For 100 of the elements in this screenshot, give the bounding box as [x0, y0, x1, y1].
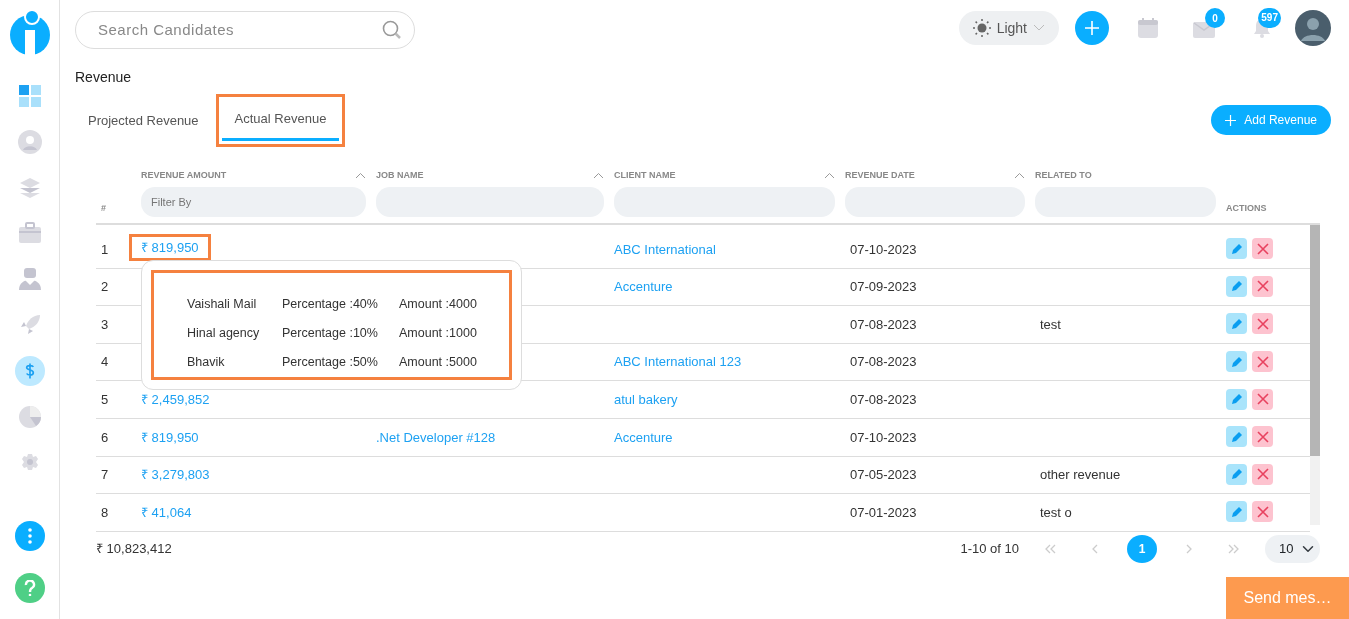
job-name-link[interactable]: .Net Developer #128 — [376, 429, 496, 445]
revenue-date: 07-08-2023 — [849, 353, 918, 372]
row-number: 5 — [100, 390, 110, 409]
theme-dropdown[interactable]: Light — [958, 11, 1059, 45]
client-name-link[interactable]: ABC International 123 — [614, 354, 742, 370]
column-header: REVENUE AMOUNT — [141, 168, 227, 182]
pencil-icon — [1230, 280, 1243, 293]
column-header: ACTIONS — [1226, 201, 1268, 215]
revenue-date: 07-05-2023 — [849, 466, 918, 485]
message-count-badge: 0 — [1205, 8, 1225, 29]
close-icon — [1256, 318, 1269, 330]
more-options-button[interactable] — [14, 521, 45, 552]
pencil-icon — [1230, 430, 1243, 443]
revenue-date: 07-08-2023 — [849, 390, 918, 409]
send-message-button[interactable]: Send mes… — [1226, 577, 1349, 619]
revenue-amount-link[interactable]: ₹ 819,950 — [141, 429, 199, 445]
chevron-down-icon — [1033, 24, 1045, 32]
edit-button[interactable] — [1226, 426, 1247, 448]
pencil-icon — [1230, 242, 1243, 255]
column-header: # — [101, 201, 107, 215]
pagination-range: 1-10 of 10 — [960, 540, 1019, 559]
page-button[interactable]: 1 — [1127, 535, 1157, 563]
client-name-link[interactable]: Accenture — [614, 279, 673, 295]
edit-button[interactable] — [1226, 238, 1247, 260]
avatar[interactable] — [1295, 10, 1331, 46]
column-header: CLIENT NAME — [614, 168, 676, 182]
pencil-icon — [1230, 505, 1243, 518]
amount-text: Amount :5000 — [399, 353, 477, 371]
plus-icon — [1084, 20, 1100, 36]
help-button[interactable] — [14, 573, 45, 603]
edit-button[interactable] — [1226, 275, 1247, 297]
close-icon — [1256, 280, 1269, 293]
page-title: Revenue — [75, 68, 133, 87]
revenue-date: 07-10-2023 — [849, 240, 918, 259]
pencil-icon — [1230, 468, 1243, 481]
related-to-text: test — [1039, 316, 1061, 332]
revenue-amount-link[interactable]: ₹ 41,064 — [141, 504, 192, 520]
notification-count-badge: 597 — [1258, 7, 1281, 28]
payee-name: Vaishali Mail — [187, 296, 258, 313]
sidebar-item[interactable] — [14, 355, 45, 386]
client-name-link[interactable]: ABC International — [614, 241, 716, 257]
add-revenue-button[interactable]: Add Revenue — [1211, 105, 1331, 136]
delete-button[interactable] — [1252, 426, 1273, 448]
pie-chart-icon — [17, 404, 42, 429]
revenue-date: 07-01-2023 — [849, 503, 918, 522]
more-vertical-icon — [27, 528, 32, 545]
close-icon — [1256, 430, 1269, 443]
delete-button[interactable] — [1252, 351, 1273, 373]
payee-name: Hinal agency — [187, 324, 261, 342]
column-header: JOB NAME — [376, 168, 424, 182]
close-icon — [1256, 393, 1269, 406]
client-name-link[interactable]: Accenture — [614, 429, 673, 445]
delete-button[interactable] — [1252, 463, 1273, 485]
edit-button[interactable] — [1226, 463, 1247, 485]
delete-button[interactable] — [1252, 313, 1273, 335]
delete-button[interactable] — [1252, 501, 1273, 523]
briefcase-icon — [17, 221, 42, 246]
revenue-amount-link[interactable]: ₹ 2,459,852 — [141, 391, 210, 407]
pencil-icon — [1230, 355, 1243, 368]
edit-button[interactable] — [1226, 313, 1247, 335]
logo-icon — [8, 8, 51, 56]
amount-text: Amount :1000 — [399, 324, 477, 342]
revenue-amount-link[interactable]: ₹ 819,950 — [141, 239, 199, 255]
row-number: 3 — [100, 315, 110, 334]
plus-icon — [1225, 114, 1237, 126]
client-name-link[interactable]: atul bakery — [614, 391, 678, 407]
amount-text: Amount :4000 — [399, 296, 477, 313]
pencil-icon — [1230, 318, 1243, 330]
revenue-amount-link[interactable]: ₹ 3,279,803 — [141, 467, 210, 483]
close-icon — [1256, 505, 1269, 518]
revenue-date: 07-08-2023 — [849, 315, 918, 334]
last-page-icon — [1228, 543, 1240, 555]
tab[interactable]: Actual Revenue — [221, 100, 340, 141]
percentage-text: Percentage :40% — [282, 296, 379, 313]
delete-button[interactable] — [1252, 238, 1273, 260]
row-number: 2 — [100, 278, 110, 297]
column-header: REVENUE DATE — [845, 168, 915, 182]
dashboard-icon — [17, 83, 42, 108]
column-header: RELATED TO — [1035, 168, 1092, 182]
calendar-icon[interactable] — [1137, 17, 1159, 39]
payee-name: Bhavik — [187, 353, 226, 371]
row-number: 7 — [100, 466, 110, 485]
page-size-select[interactable]: 10 — [1265, 535, 1320, 563]
filter-field[interactable]: Filter By — [141, 187, 366, 217]
revenue-date: 07-10-2023 — [849, 428, 918, 447]
row-number: 8 — [100, 503, 110, 522]
edit-button[interactable] — [1226, 388, 1247, 410]
delete-button[interactable] — [1252, 388, 1273, 410]
percentage-text: Percentage :50% — [282, 353, 379, 371]
add-button[interactable] — [1075, 11, 1109, 45]
close-icon — [1256, 242, 1269, 255]
related-to-text: other revenue — [1039, 467, 1121, 483]
tab[interactable]: Projected Revenue — [75, 94, 212, 147]
close-icon — [1256, 468, 1269, 481]
edit-button[interactable] — [1226, 351, 1247, 373]
scrollbar[interactable] — [1310, 225, 1320, 525]
edit-button[interactable] — [1226, 501, 1247, 523]
pencil-icon — [1230, 393, 1243, 406]
worker-icon — [17, 267, 42, 292]
delete-button[interactable] — [1252, 275, 1273, 297]
